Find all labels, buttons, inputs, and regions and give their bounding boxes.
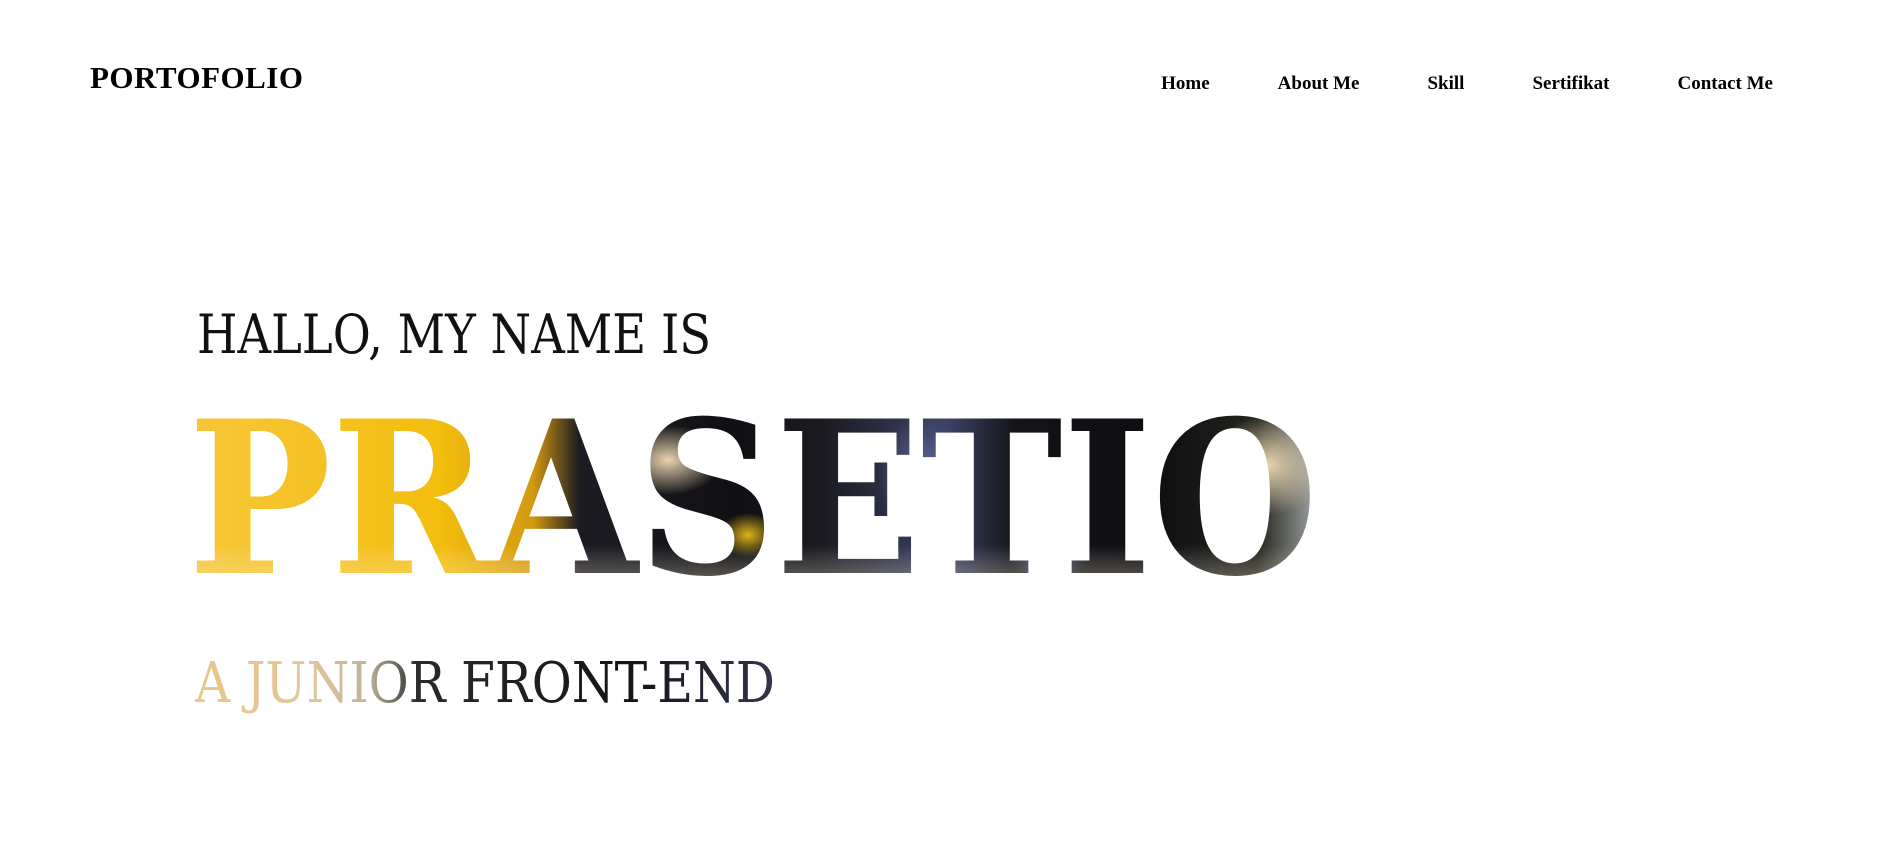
- name-paint-fill: [188, 405, 1318, 605]
- role-paint-fill: [195, 651, 775, 716]
- hero-name: PRASETIO: [188, 405, 1318, 605]
- hero-section: HALLO, MY NAME IS: [0, 0, 1885, 855]
- hero-role: A JUNIOR FRONT-END: [195, 651, 775, 716]
- hero-greeting: HALLO, MY NAME IS: [197, 303, 712, 366]
